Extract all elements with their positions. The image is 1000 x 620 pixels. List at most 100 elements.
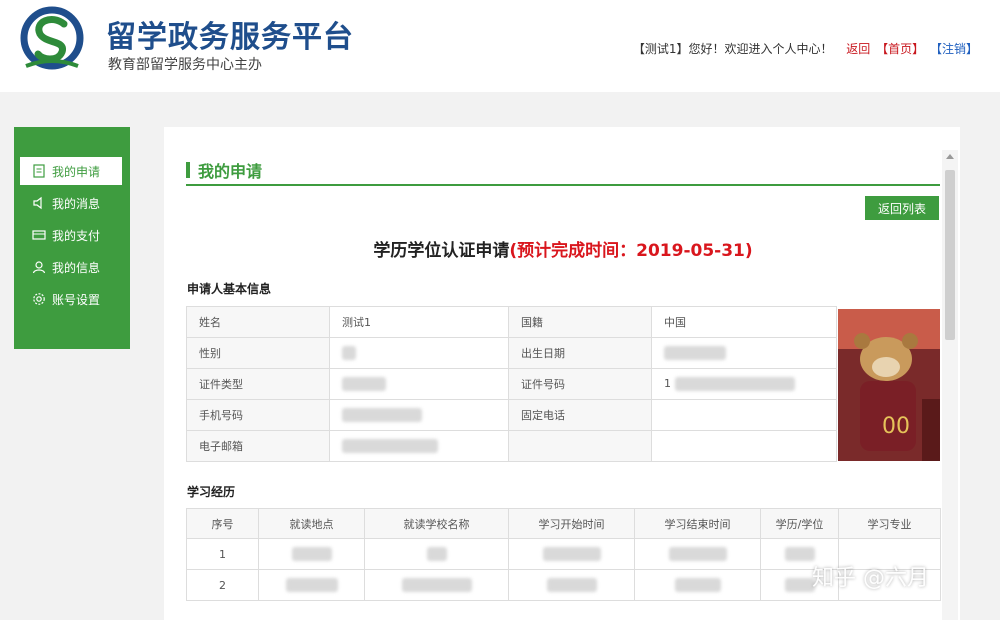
site-header: 留学政务服务平台 教育部留学服务中心主办 【测试1】您好！欢迎进入个人中心！ 返… bbox=[0, 0, 1000, 92]
redacted-value bbox=[668, 547, 727, 561]
empty-cell bbox=[651, 430, 837, 462]
id-type-label: 证件类型 bbox=[186, 368, 330, 400]
email-label: 电子邮箱 bbox=[186, 430, 330, 462]
basic-info-table: 姓名 测试1 国籍 中国 性别 出生日期 证件类型 证件号码 1 手机号码 固定… bbox=[186, 306, 837, 462]
application-title: 学历学位认证申请(预计完成时间：2019-05-31) bbox=[186, 236, 940, 261]
watermark: 知乎 @六月 bbox=[812, 566, 929, 591]
phone-value bbox=[651, 399, 837, 431]
section-accent-bar bbox=[186, 162, 190, 178]
column-header: 学历/学位 bbox=[760, 508, 839, 539]
redacted-value bbox=[401, 578, 472, 592]
nationality-value: 中国 bbox=[651, 306, 837, 338]
column-header: 学习专业 bbox=[838, 508, 941, 539]
gender-label: 性别 bbox=[186, 337, 330, 369]
gear-icon bbox=[33, 293, 45, 305]
redacted-value bbox=[426, 547, 447, 561]
return-link[interactable]: 返回 bbox=[846, 42, 870, 56]
home-link[interactable]: 【首页】 bbox=[876, 42, 924, 56]
school-name bbox=[364, 569, 509, 601]
sidebar-item-label: 账号设置 bbox=[52, 292, 101, 307]
row-number: 2 bbox=[186, 569, 259, 601]
id-number-value: 1 bbox=[651, 368, 837, 400]
document-icon bbox=[33, 164, 45, 178]
school-name bbox=[364, 538, 509, 570]
logout-link[interactable]: 【注销】 bbox=[930, 42, 978, 56]
redacted-value bbox=[342, 346, 356, 360]
gender-value bbox=[329, 337, 509, 369]
column-header: 就读地点 bbox=[258, 508, 365, 539]
logo-icon bbox=[20, 6, 84, 70]
table-header-row: 序号 就读地点 就读学校名称 学习开始时间 学习结束时间 学历/学位 学习专业 bbox=[186, 508, 941, 539]
start-date bbox=[508, 538, 635, 570]
redacted-value bbox=[542, 547, 601, 561]
mobile-label: 手机号码 bbox=[186, 399, 330, 431]
column-header: 学习开始时间 bbox=[508, 508, 635, 539]
sidebar-item-my-applications[interactable]: 我的申请 bbox=[20, 157, 122, 185]
section-title: 我的申请 bbox=[198, 162, 263, 181]
sidebar-item-label: 我的信息 bbox=[52, 260, 101, 275]
start-date bbox=[508, 569, 635, 601]
table-row: 性别 出生日期 bbox=[186, 337, 837, 369]
study-location bbox=[258, 569, 365, 601]
end-date bbox=[634, 569, 761, 601]
card-icon bbox=[32, 230, 46, 240]
id-number-label: 证件号码 bbox=[508, 368, 652, 400]
completion-date-note: (预计完成时间：2019-05-31) bbox=[509, 241, 753, 261]
column-header: 序号 bbox=[186, 508, 259, 539]
birth-label: 出生日期 bbox=[508, 337, 652, 369]
sidebar: 我的申请 我的消息 我的支付 我的信息 账号设置 bbox=[14, 127, 130, 349]
user-icon bbox=[32, 261, 46, 274]
redacted-value bbox=[784, 547, 815, 561]
application-title-text: 学历学位认证申请 bbox=[373, 241, 510, 261]
basic-info-heading: 申请人基本信息 bbox=[187, 282, 272, 296]
id-type-value bbox=[329, 368, 509, 400]
table-row: 证件类型 证件号码 1 bbox=[186, 368, 837, 400]
end-date bbox=[634, 538, 761, 570]
redacted-value bbox=[342, 408, 422, 422]
sidebar-item-label: 我的申请 bbox=[52, 164, 101, 179]
sidebar-item-my-info[interactable]: 我的信息 bbox=[20, 253, 122, 281]
mobile-value bbox=[329, 399, 509, 431]
id-number-prefix: 1 bbox=[664, 377, 671, 390]
table-row: 姓名 测试1 国籍 中国 bbox=[186, 306, 837, 338]
scroll-thumb[interactable] bbox=[945, 170, 955, 340]
redacted-value bbox=[546, 578, 597, 592]
sidebar-item-my-messages[interactable]: 我的消息 bbox=[20, 189, 122, 217]
study-location bbox=[258, 538, 365, 570]
redacted-value bbox=[664, 346, 726, 360]
top-links: 【测试1】您好！欢迎进入个人中心！ 返回 【首页】 【注销】 bbox=[631, 40, 978, 57]
column-header: 就读学校名称 bbox=[364, 508, 509, 539]
section-header: 我的申请 bbox=[186, 158, 940, 186]
empty-cell bbox=[508, 430, 652, 462]
sidebar-item-my-payments[interactable]: 我的支付 bbox=[20, 221, 122, 249]
row-number: 1 bbox=[186, 538, 259, 570]
table-row: 电子邮箱 bbox=[186, 430, 837, 462]
name-label: 姓名 bbox=[186, 306, 330, 338]
phone-label: 固定电话 bbox=[508, 399, 652, 431]
applicant-photo: 00 bbox=[838, 309, 940, 461]
redacted-value bbox=[784, 578, 815, 592]
email-value bbox=[329, 430, 509, 462]
svg-text:00: 00 bbox=[882, 414, 910, 439]
redacted-value bbox=[285, 578, 338, 592]
header-divider-bar bbox=[0, 92, 1000, 126]
table-row: 手机号码 固定电话 bbox=[186, 399, 837, 431]
speaker-icon bbox=[33, 196, 42, 210]
scroll-up-icon[interactable] bbox=[946, 154, 954, 159]
redacted-value bbox=[674, 578, 721, 592]
back-to-list-button[interactable]: 返回列表 bbox=[865, 196, 939, 220]
name-value: 测试1 bbox=[329, 306, 509, 338]
study-history-heading: 学习经历 bbox=[187, 485, 236, 499]
welcome-text: 【测试1】您好！欢迎进入个人中心！ bbox=[632, 42, 833, 56]
redacted-value bbox=[342, 377, 386, 391]
redacted-value bbox=[291, 547, 332, 561]
redacted-value bbox=[674, 377, 795, 391]
sidebar-item-label: 我的支付 bbox=[52, 228, 101, 243]
birth-value bbox=[651, 337, 837, 369]
nationality-label: 国籍 bbox=[508, 306, 652, 338]
scrollbar[interactable] bbox=[942, 150, 958, 620]
site-subtitle: 教育部留学服务中心主办 bbox=[108, 57, 262, 73]
redacted-value bbox=[342, 439, 438, 453]
column-header: 学习结束时间 bbox=[634, 508, 761, 539]
sidebar-item-account-settings[interactable]: 账号设置 bbox=[20, 285, 122, 313]
